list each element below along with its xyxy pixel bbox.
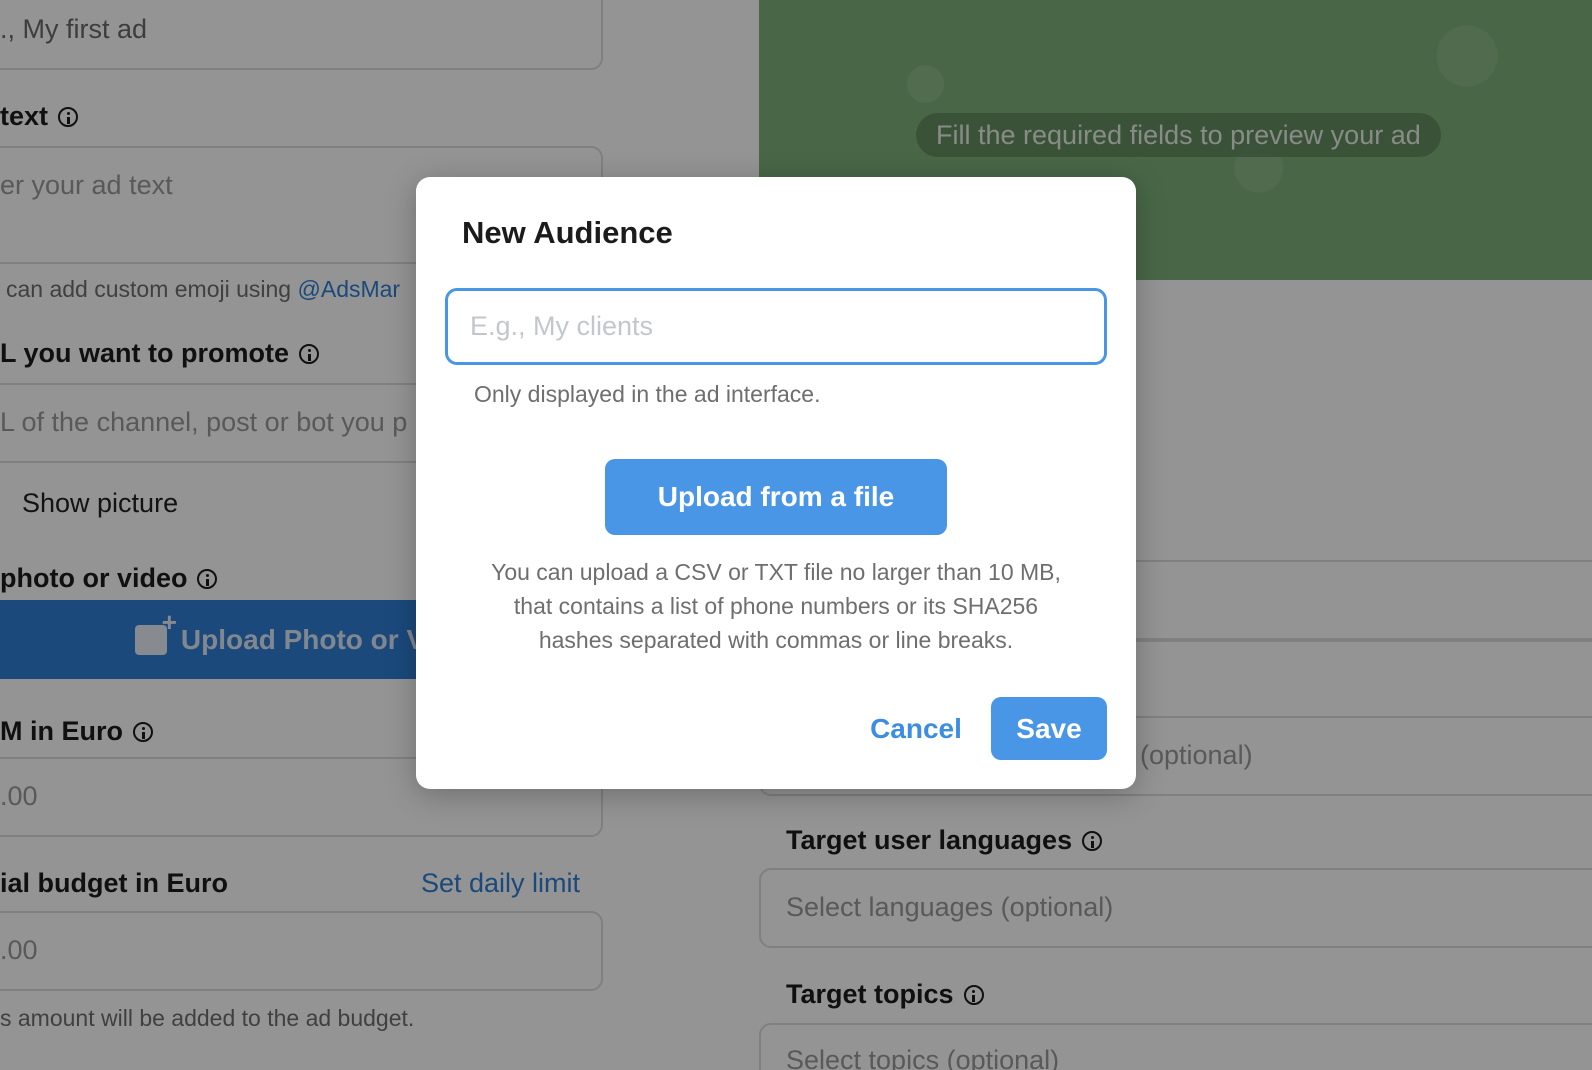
cancel-button[interactable]: Cancel — [856, 697, 976, 761]
upload-description: You can upload a CSV or TXT file no larg… — [491, 559, 1061, 653]
new-audience-dialog: New Audience Only displayed in the ad in… — [416, 177, 1136, 789]
audience-name-hint: Only displayed in the ad interface. — [474, 381, 821, 407]
upload-from-file-button[interactable]: Upload from a file — [605, 459, 947, 535]
dialog-title: New Audience — [462, 215, 673, 250]
save-button[interactable]: Save — [991, 697, 1107, 760]
audience-name-input[interactable] — [445, 288, 1107, 365]
